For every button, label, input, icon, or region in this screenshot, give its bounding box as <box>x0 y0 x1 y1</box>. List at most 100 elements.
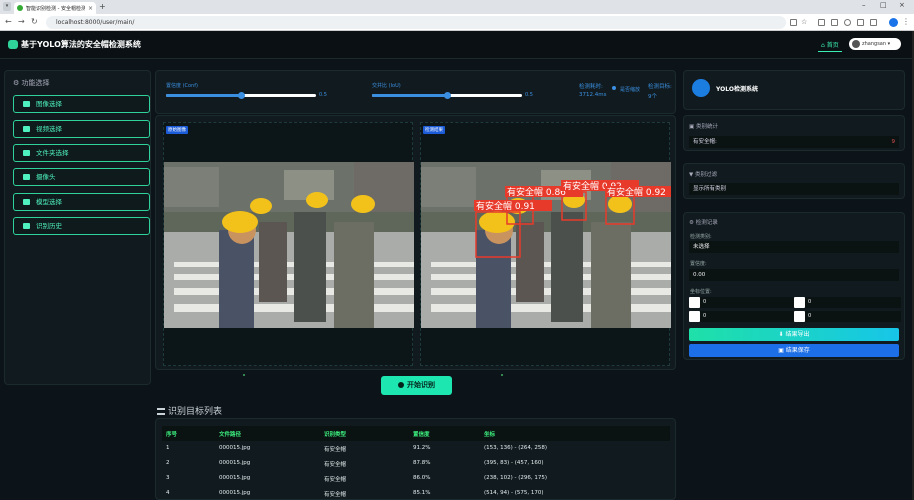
table-row[interactable]: 2 000015.jpg 有安全帽 87.8% (395, 83) - (457, 16… <box>162 456 670 471</box>
record-conf-label: 置信度: <box>690 261 707 267</box>
class-field: 未选择 <box>689 241 899 253</box>
robot-icon <box>692 79 710 97</box>
user-menu[interactable]: zhangsan ▾ <box>849 38 901 50</box>
iou-value: 0.5 <box>525 92 533 98</box>
minimize-icon[interactable]: – <box>862 1 866 9</box>
sidebar-item-video[interactable]: 视频选择 <box>13 120 150 138</box>
filter-card: ▼ 类别过滤 显示所有类别 <box>683 163 905 199</box>
class-label: 检测类别: <box>690 234 712 240</box>
stats-heading: ▣ 类别统计 <box>689 124 718 130</box>
original-image-tag: 原始图像 <box>166 126 188 134</box>
app-title: 基于YOLO算法的安全帽检测系统 <box>21 40 141 49</box>
column-header: 序号 <box>166 432 178 438</box>
browser-tab[interactable]: 智能识别检测 - 安全帽检测系统 × <box>14 2 96 14</box>
iou-slider[interactable] <box>372 92 522 99</box>
camera-icon <box>23 174 30 180</box>
menu-icon[interactable]: ⋮ <box>902 17 910 26</box>
system-title: YOLO检测系统 <box>716 86 758 93</box>
slide-indicator <box>501 374 503 376</box>
record-heading: ⚙ 检测记录 <box>689 220 718 226</box>
coord-ymin: 0 <box>794 297 904 308</box>
image-icon <box>23 101 30 107</box>
bookmark-star-icon[interactable]: ☆ <box>801 18 807 26</box>
function-sidebar: ⚙ 功能选择 图像选择 视频选择 文件夹选择 摄像头 模型选择 识别历史 <box>4 70 151 385</box>
settings-ext-icon[interactable] <box>857 19 864 26</box>
table-row[interactable]: 4 000015.jpg 有安全帽 85.1% (514, 94) - (575, 17… <box>162 486 670 500</box>
maximize-icon[interactable]: □ <box>880 1 887 9</box>
conf-slider[interactable] <box>166 92 316 99</box>
user-name: zhangsan <box>862 41 887 47</box>
model-icon <box>23 199 30 205</box>
tab-title: 智能识别检测 - 安全帽检测系统 <box>26 5 85 12</box>
sidebar-icon[interactable] <box>831 19 838 26</box>
sidebar-item-history[interactable]: 识别历史 <box>13 217 150 235</box>
puzzle-icon[interactable] <box>870 19 877 26</box>
detection-label: 有安全帽 0.86 <box>507 186 566 198</box>
start-detect-button[interactable]: 开始识别 <box>381 376 452 395</box>
app-logo-icon <box>8 40 18 49</box>
record-card: ⚙ 检测记录 检测类别: 未选择 置信度: 0.00 坐标位置: 0 0 0 0… <box>683 212 905 360</box>
play-icon <box>398 382 404 388</box>
profile-ext-icon[interactable] <box>844 19 851 26</box>
home-link[interactable]: ⌂ 首页 <box>818 38 842 52</box>
result-image: 有安全帽 0.86 有安全帽 0.92 有安全帽 0.91 有安全帽 0.92 <box>421 162 671 328</box>
conf-value: 0.5 <box>319 92 327 98</box>
avatar <box>852 40 860 48</box>
stats-row-label: 有安全帽: <box>693 139 717 145</box>
close-tab-icon[interactable]: × <box>88 5 93 12</box>
browser-tab-bar: ▾ 智能识别检测 - 安全帽检测系统 × + – □ × <box>0 0 914 14</box>
system-card: YOLO检测系统 <box>683 70 905 110</box>
image-panel: 原始图像 检测结果 有安全帽 0.86 有安全帽 0.92 有安全帽 0.91 … <box>155 115 676 370</box>
scaled-label: 是否缩放 <box>620 87 641 93</box>
table-row[interactable]: 3 000015.jpg 有安全帽 86.0% (238, 102) - (296, 1… <box>162 471 670 486</box>
back-icon[interactable]: ← <box>5 17 12 26</box>
target-label: 检测目标: <box>648 84 672 90</box>
save-button[interactable]: ▣ 结果保存 <box>689 344 899 357</box>
sidebar-item-model[interactable]: 模型选择 <box>13 193 150 211</box>
detection-label: 有安全帽 0.91 <box>476 200 535 212</box>
table-row[interactable]: 1 000015.jpg 有安全帽 91.2% (153, 136) - (264, 2… <box>162 441 670 456</box>
stats-row: 有安全帽: 9 <box>689 136 899 148</box>
results-title: 识别目标列表 <box>157 404 222 417</box>
detection-label: 有安全帽 0.92 <box>607 186 666 198</box>
original-image <box>164 162 414 328</box>
close-window-icon[interactable]: × <box>899 1 905 9</box>
url-input[interactable]: localhost:8000/user/main/ <box>46 16 786 29</box>
coord-label: 坐标位置: <box>690 289 712 295</box>
record-conf-field: 0.00 <box>689 269 899 281</box>
extension-icon[interactable] <box>818 19 825 26</box>
conf-slider-label: 置信度 (Conf) <box>166 83 198 89</box>
forward-icon[interactable]: → <box>18 17 25 26</box>
coord-ymax: 0 <box>794 311 904 322</box>
target-value: 9个 <box>648 94 657 100</box>
conf-slider-thumb[interactable] <box>237 92 245 99</box>
sidebar-item-image[interactable]: 图像选择 <box>13 95 150 113</box>
app-header: 基于YOLO算法的安全帽检测系统 ⌂ 首页 zhangsan ▾ <box>0 31 912 59</box>
start-detect-label: 开始识别 <box>407 381 435 389</box>
export-button[interactable]: ⬇ 结果导出 <box>689 328 899 341</box>
iou-slider-label: 交并比 (IoU) <box>372 83 401 89</box>
list-icon <box>157 408 165 415</box>
iou-slider-thumb[interactable] <box>443 92 451 99</box>
scale-toggle[interactable] <box>612 86 616 90</box>
profile-avatar[interactable] <box>889 18 898 27</box>
translate-icon[interactable] <box>790 19 797 26</box>
reload-icon[interactable]: ↻ <box>31 17 38 26</box>
detection-controls: 置信度 (Conf) 0.5 交并比 (IoU) 0.5 检测耗时: 3712.… <box>155 70 676 114</box>
new-tab-icon[interactable]: + <box>99 2 106 11</box>
stats-row-count: 9 <box>891 139 896 145</box>
time-label: 检测耗时: <box>579 84 603 90</box>
iou-slider-fill <box>372 94 447 97</box>
table-header: 序号 文件路径 识别类型 置信度 坐标 <box>162 426 670 441</box>
results-table: 序号 文件路径 识别类型 置信度 坐标 1 000015.jpg 有安全帽 91.2%… <box>155 418 676 500</box>
address-bar: ← → ↻ localhost:8000/user/main/ ☆ ⋮ <box>0 14 914 31</box>
coord-xmax: 0 <box>689 311 799 322</box>
time-value: 3712.4ms <box>579 92 607 98</box>
tab-search-icon[interactable]: ▾ <box>3 2 11 11</box>
slide-indicator <box>243 374 245 376</box>
filter-select[interactable]: 显示所有类别 <box>689 183 899 195</box>
sidebar-item-camera[interactable]: 摄像头 <box>13 168 150 186</box>
sidebar-item-folder[interactable]: 文件夹选择 <box>13 144 150 162</box>
sidebar-heading: ⚙ 功能选择 <box>13 79 50 87</box>
column-header: 置信度 <box>413 432 430 438</box>
